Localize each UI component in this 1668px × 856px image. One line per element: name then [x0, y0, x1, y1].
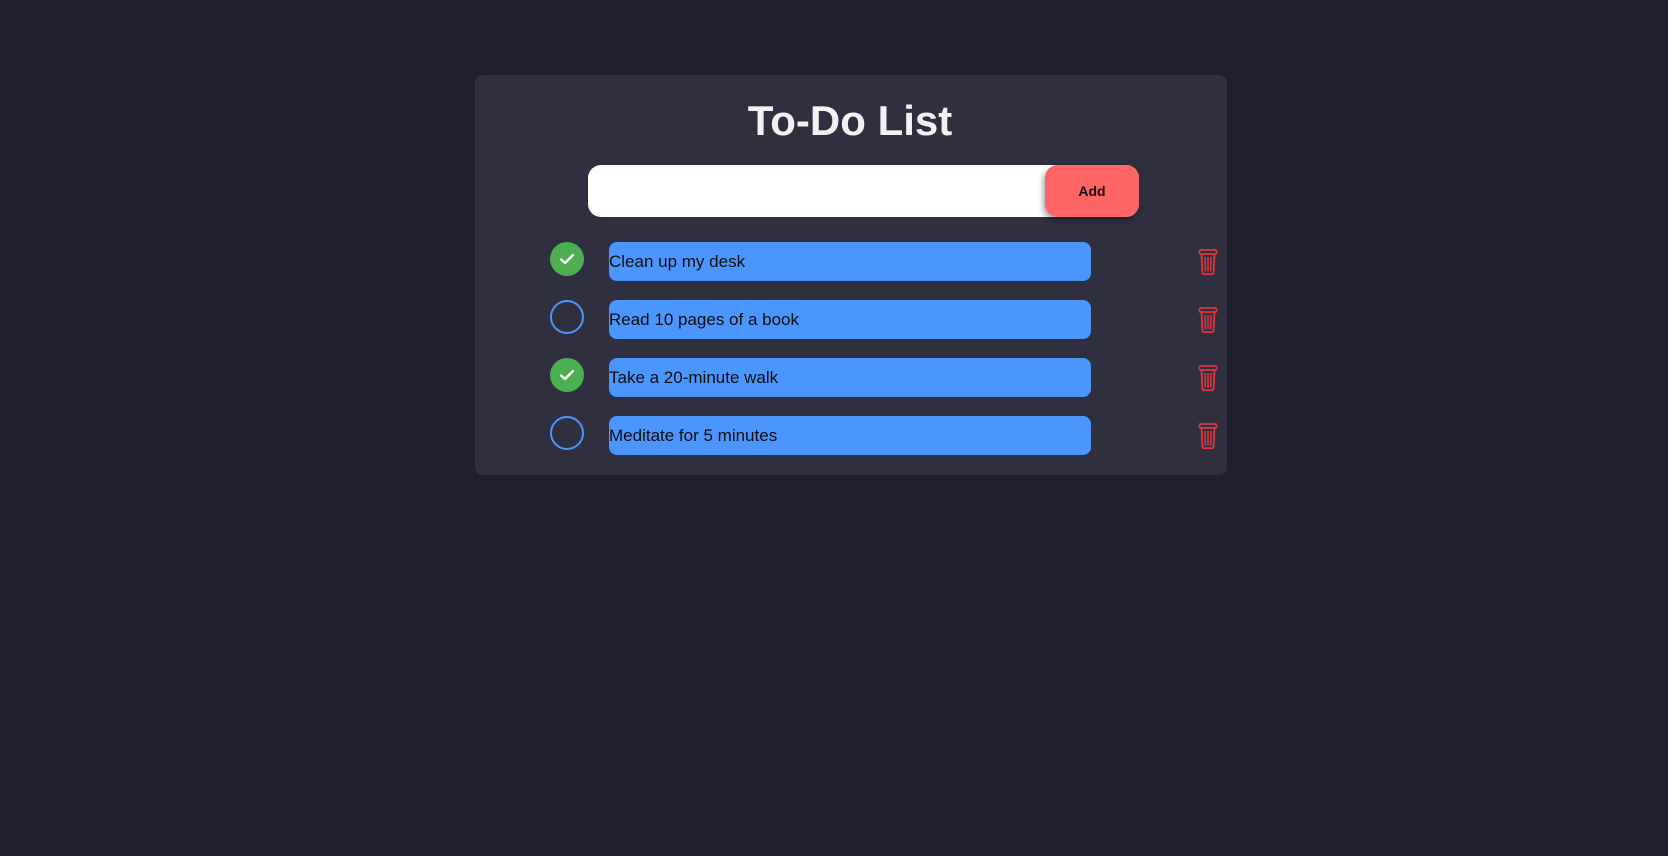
task-list: Clean up my desk Read 10 pages of a book — [475, 75, 1227, 475]
task-text[interactable]: Meditate for 5 minutes — [609, 416, 1091, 455]
complete-toggle[interactable] — [550, 416, 584, 450]
task-text[interactable]: Read 10 pages of a book — [609, 300, 1091, 339]
complete-toggle[interactable] — [550, 358, 584, 392]
checkmark-icon — [559, 253, 575, 265]
checkmark-icon — [559, 369, 575, 381]
trash-icon — [1198, 423, 1218, 450]
todo-card: To-Do List Add Clean up my desk Read 10 … — [475, 75, 1227, 475]
trash-icon — [1198, 307, 1218, 334]
complete-toggle[interactable] — [550, 300, 584, 334]
task-text[interactable]: Take a 20-minute walk — [609, 358, 1091, 397]
trash-icon — [1198, 365, 1218, 392]
task-item: Read 10 pages of a book — [550, 300, 1218, 340]
task-text[interactable]: Clean up my desk — [609, 242, 1091, 281]
delete-button[interactable] — [1198, 248, 1218, 276]
trash-icon — [1198, 249, 1218, 276]
delete-button[interactable] — [1198, 306, 1218, 334]
delete-button[interactable] — [1198, 364, 1218, 392]
task-item: Meditate for 5 minutes — [550, 416, 1218, 456]
task-item: Clean up my desk — [550, 242, 1218, 282]
task-item: Take a 20-minute walk — [550, 358, 1218, 398]
delete-button[interactable] — [1198, 422, 1218, 450]
complete-toggle[interactable] — [550, 242, 584, 276]
